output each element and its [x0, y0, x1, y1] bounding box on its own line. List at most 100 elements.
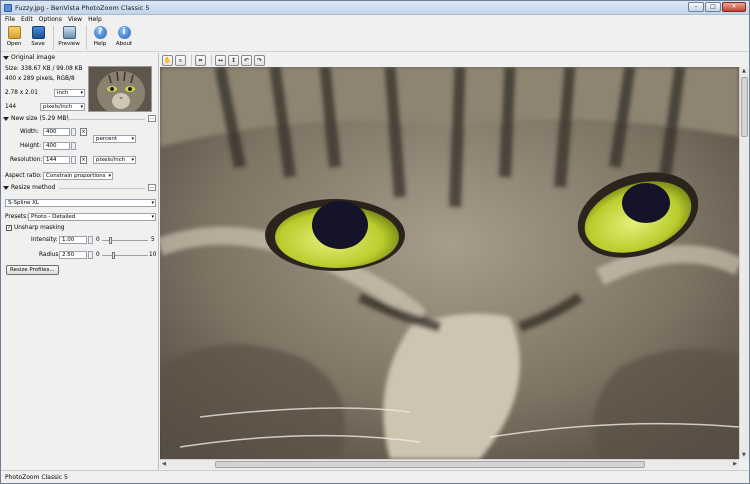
resize-method-select[interactable]: S-Spline XL	[5, 199, 156, 207]
scroll-left-icon[interactable]: ◀	[162, 461, 166, 467]
radius-spinner[interactable]	[88, 251, 93, 259]
presets-select[interactable]: Photo - Detailed	[28, 213, 156, 221]
intensity-input[interactable]: 1.00	[59, 236, 87, 244]
collapse-triangle-icon	[3, 116, 9, 121]
resolution-label: Resolution:	[10, 157, 43, 163]
section-options-button[interactable]: …	[148, 115, 156, 122]
zoom-tool-icon[interactable]: ⌕	[175, 54, 186, 66]
main-toolbar: Open Save Preview ? Help i About	[1, 24, 749, 52]
app-icon	[4, 4, 12, 12]
radius-input[interactable]: 2.50	[59, 251, 87, 259]
about-button[interactable]: i About	[113, 24, 135, 51]
save-label: Save	[31, 41, 45, 47]
height-input[interactable]: 400	[43, 142, 70, 150]
scroll-down-icon[interactable]: ▼	[742, 452, 746, 458]
new-size-section-header[interactable]: New size (5.29 MB) …	[3, 115, 157, 123]
fit-width-icon[interactable]: ↔	[215, 54, 226, 66]
minimize-button[interactable]: –	[688, 2, 704, 12]
section-divider	[59, 188, 145, 189]
presets-label: Presets:	[5, 214, 29, 220]
maximize-button[interactable]: □	[705, 2, 721, 12]
help-label: Help	[93, 41, 107, 47]
close-button[interactable]: ✕	[722, 2, 746, 12]
horizontal-scrollbar[interactable]: ◀ ▶	[160, 459, 739, 469]
settings-panel: Original image Size: 338.67 KB / 99.08 K…	[1, 53, 159, 470]
horizontal-scroll-thumb[interactable]	[215, 461, 645, 468]
preview-icon	[62, 26, 76, 39]
preview-button[interactable]: Preview	[56, 24, 82, 51]
open-label: Open	[6, 41, 22, 47]
section-title: Original image	[11, 54, 56, 61]
crop-icon[interactable]: ⌗	[195, 54, 206, 66]
width-label: Width:	[20, 129, 39, 135]
lock-aspect-icon[interactable]: ×	[80, 128, 87, 136]
radius-slider[interactable]	[102, 255, 148, 256]
view-toolbar: ✋ ⌕ ⌗ ↔ ↕ ↶ ↷	[160, 53, 749, 67]
height-spinner[interactable]	[71, 142, 76, 150]
unsharp-masking-label: Unsharp masking	[14, 225, 65, 231]
toolbar-separator	[53, 26, 54, 50]
rotate-left-icon[interactable]: ↶	[241, 54, 252, 66]
intensity-max-label: 5	[151, 237, 155, 243]
width-spinner[interactable]	[71, 128, 76, 136]
menu-view[interactable]: View	[68, 15, 82, 24]
title-bar: Fuzzy.jpg - BenVista PhotoZoom Classic 5…	[1, 1, 749, 15]
vertical-scrollbar[interactable]: ▲ ▼	[739, 67, 749, 459]
original-size-text: Size: 338.67 KB / 99.08 KB	[5, 66, 83, 72]
radius-min-label: 0	[96, 252, 100, 258]
resolution-input[interactable]: 144	[43, 156, 70, 164]
resolution-unit-select[interactable]: pixels/inch	[93, 156, 136, 164]
toolbar-separator	[191, 54, 192, 66]
aspect-ratio-select[interactable]: Constrain proportions	[43, 172, 113, 180]
height-label: Height:	[20, 143, 42, 149]
collapse-triangle-icon	[3, 55, 9, 60]
fit-height-icon[interactable]: ↕	[228, 54, 239, 66]
collapse-triangle-icon	[3, 185, 9, 190]
intensity-spinner[interactable]	[88, 236, 93, 244]
open-button[interactable]: Open	[3, 24, 25, 51]
toolbar-separator	[86, 26, 87, 50]
scroll-right-icon[interactable]: ▶	[733, 461, 737, 467]
preview-image[interactable]	[160, 67, 739, 459]
intensity-min-label: 0	[96, 237, 100, 243]
vertical-scroll-thumb[interactable]	[741, 77, 748, 137]
intensity-slider-knob[interactable]	[109, 237, 113, 244]
menu-help[interactable]: Help	[88, 15, 102, 24]
original-dims-unit-select[interactable]: inch	[54, 89, 85, 97]
original-dims-text: 2.78 x 2.01	[5, 90, 38, 96]
resolution-spinner[interactable]	[71, 156, 76, 164]
menu-bar: File Edit Options View Help	[1, 15, 749, 24]
radius-label: Radius:	[39, 252, 61, 258]
menu-file[interactable]: File	[5, 15, 15, 24]
status-bar: PhotoZoom Classic 5	[1, 470, 749, 483]
section-title: Resize method	[11, 184, 56, 191]
original-image-thumbnail	[88, 66, 152, 112]
section-divider	[67, 119, 145, 120]
original-pixels-text: 400 x 289 pixels, RGB/8	[5, 76, 75, 82]
radius-max-label: 10	[149, 252, 157, 258]
resize-profiles-button[interactable]: Resize Profiles...	[6, 265, 59, 275]
menu-options[interactable]: Options	[39, 15, 62, 24]
cat-face-image	[160, 67, 739, 459]
original-image-section-header[interactable]: Original image	[3, 54, 157, 62]
scroll-up-icon[interactable]: ▲	[742, 68, 746, 74]
original-res-unit-select[interactable]: pixels/inch	[40, 103, 85, 111]
size-unit-select[interactable]: percent	[93, 135, 136, 143]
section-title: New size (5.29 MB)	[11, 115, 69, 122]
pan-hand-icon[interactable]: ✋	[162, 54, 173, 66]
save-button[interactable]: Save	[27, 24, 49, 51]
unsharp-masking-checkbox[interactable]: ✓	[6, 225, 12, 231]
preview-label: Preview	[58, 41, 80, 47]
menu-edit[interactable]: Edit	[21, 15, 33, 24]
toolbar-separator	[211, 54, 212, 66]
original-res-text: 144	[5, 104, 17, 110]
lock-resolution-icon[interactable]: ×	[80, 156, 87, 164]
resize-method-section-header[interactable]: Resize method …	[3, 184, 157, 192]
width-input[interactable]: 400	[43, 128, 70, 136]
radius-slider-knob[interactable]	[111, 252, 115, 259]
rotate-right-icon[interactable]: ↷	[254, 54, 265, 66]
info-icon: i	[117, 26, 131, 39]
aspect-ratio-label: Aspect ratio:	[5, 173, 42, 179]
help-button[interactable]: ? Help	[89, 24, 111, 51]
section-options-button[interactable]: …	[148, 184, 156, 191]
